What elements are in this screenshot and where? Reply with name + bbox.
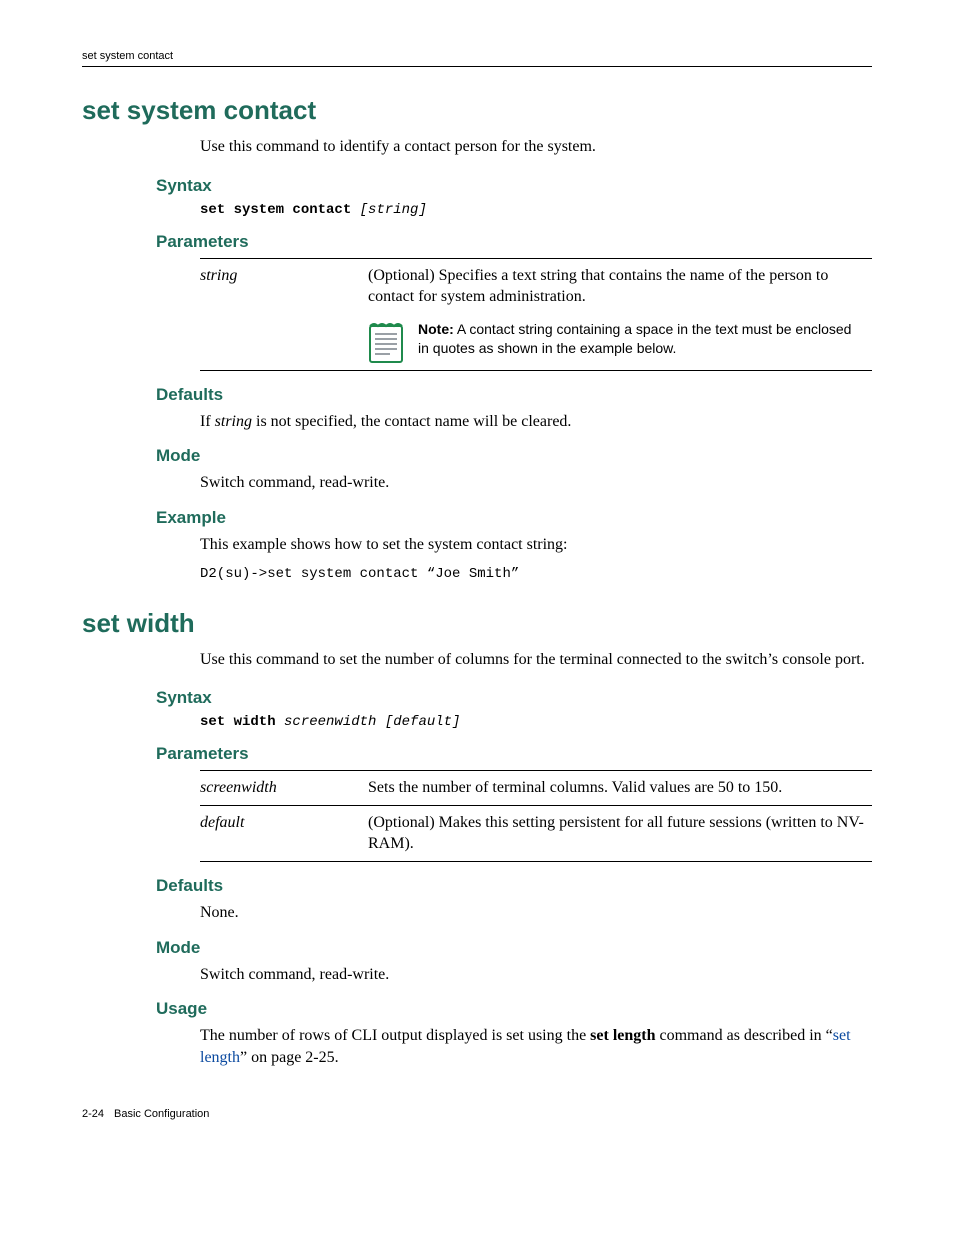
syntax-heading: Syntax (156, 688, 872, 708)
param-desc: (Optional) Specifies a text string that … (368, 258, 872, 314)
syntax-heading: Syntax (156, 176, 872, 196)
mode-text: Switch command, read-write. (200, 472, 872, 494)
syntax-code: set system contact [string] (200, 202, 872, 218)
param-desc: Sets the number of terminal columns. Val… (368, 771, 872, 806)
note-row: Note: A contact string containing a spac… (200, 314, 872, 371)
param-desc: (Optional) Makes this setting persistent… (368, 805, 872, 861)
mode-heading: Mode (156, 938, 872, 958)
defaults-heading: Defaults (156, 385, 872, 405)
command-title: set width (82, 608, 872, 639)
page-footer: 2-24 Basic Configuration (82, 1108, 872, 1120)
syntax-code: set width screenwidth [default] (200, 714, 872, 730)
parameters-heading: Parameters (156, 744, 872, 764)
defaults-text: None. (200, 902, 872, 924)
defaults-text: If string is not specified, the contact … (200, 411, 872, 433)
param-name: screenwidth (200, 771, 368, 806)
param-name: string (200, 258, 368, 314)
chapter-name: Basic Configuration (114, 1108, 209, 1120)
page-number: 2-24 (82, 1108, 104, 1120)
table-row: default (Optional) Makes this setting pe… (200, 805, 872, 861)
param-name: default (200, 805, 368, 861)
mode-text: Switch command, read-write. (200, 964, 872, 986)
usage-text: The number of rows of CLI output display… (200, 1025, 872, 1068)
command-intro: Use this command to identify a contact p… (200, 136, 872, 158)
parameters-heading: Parameters (156, 232, 872, 252)
command-title: set system contact (82, 95, 872, 126)
example-code: D2(su)->set system contact “Joe Smith” (200, 566, 872, 582)
note-text: Note: A contact string containing a spac… (418, 320, 864, 359)
running-header: set system contact (82, 50, 872, 67)
defaults-heading: Defaults (156, 876, 872, 896)
usage-heading: Usage (156, 999, 872, 1019)
mode-heading: Mode (156, 446, 872, 466)
command-intro: Use this command to set the number of co… (200, 649, 872, 671)
example-heading: Example (156, 508, 872, 528)
table-row: string (Optional) Specifies a text strin… (200, 258, 872, 314)
table-row: screenwidth Sets the number of terminal … (200, 771, 872, 806)
example-text: This example shows how to set the system… (200, 534, 872, 556)
note-icon (368, 320, 404, 364)
parameters-table: screenwidth Sets the number of terminal … (200, 770, 872, 862)
parameters-table: string (Optional) Specifies a text strin… (200, 258, 872, 371)
